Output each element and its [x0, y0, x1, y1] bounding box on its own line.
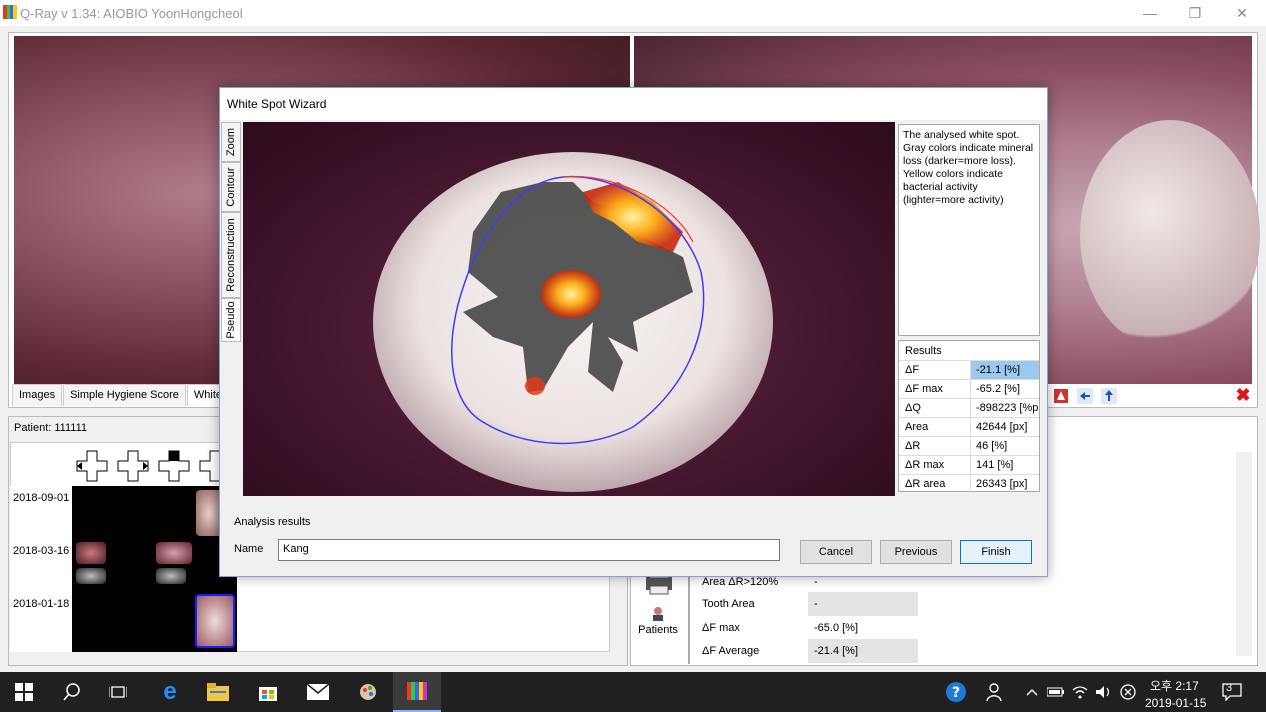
description-box: The analysed white spot. Gray colors ind… [898, 124, 1040, 336]
file-explorer-icon[interactable] [194, 672, 242, 712]
tooth-shape-right [1080, 120, 1260, 350]
dialog-title-bar [220, 88, 1047, 120]
arrow-up-icon[interactable] [1100, 387, 1118, 405]
dialog-title: White Spot Wizard [227, 97, 327, 111]
table-row: ΔF max -65.0 [%] [694, 616, 918, 640]
table-row[interactable]: ΔQ -898223 [%p [899, 398, 1039, 417]
search-icon[interactable] [48, 672, 96, 712]
visit-date[interactable]: 2018-09-01 [13, 492, 69, 504]
table-row[interactable]: ΔF max -65.2 [%] [899, 379, 1039, 398]
results-table: Results ΔF -21.1 [%] ΔF max -65.2 [%] ΔQ -8… [898, 340, 1040, 493]
thumbnail[interactable] [156, 568, 186, 584]
windows-start-icon[interactable] [0, 672, 48, 712]
date-column: 2018-09-01 2018-03-16 2018-01-18 [10, 486, 72, 652]
tab-pseudo[interactable]: Pseudo [221, 298, 241, 342]
tooth-position-icon[interactable] [76, 450, 108, 482]
table-row[interactable]: ΔR 46 [%] [899, 436, 1039, 455]
volume-icon[interactable] [1092, 672, 1116, 712]
app-icon [3, 5, 17, 19]
analysis-results-label: Analysis results [234, 516, 311, 528]
visit-date[interactable]: 2018-01-18 [13, 598, 69, 610]
table-row: Tooth Area - [694, 592, 918, 616]
close-window-button[interactable]: ✕ [1219, 0, 1265, 26]
window-title: Q-Ray v 1.34: AIOBIO YoonHongcheol [20, 6, 243, 21]
tooth-position-icon[interactable] [158, 450, 190, 482]
tab-simple-hygiene-score[interactable]: Simple Hygiene Score [63, 384, 186, 406]
table-row: ΔF Average -21.4 [%] [694, 639, 918, 663]
arrow-left-icon[interactable] [1076, 387, 1094, 405]
tooth-position-icon[interactable] [117, 450, 149, 482]
battery-icon[interactable] [1044, 672, 1068, 712]
patients-button[interactable]: Patients [636, 606, 680, 636]
stats-table: Area ΔR>120% - Tooth Area - ΔF max -65.0 [%… [694, 570, 918, 663]
tab-images[interactable]: Images [12, 384, 63, 406]
paint-icon[interactable] [344, 672, 392, 712]
patients-label: Patients [638, 624, 678, 636]
name-input[interactable]: Kang [278, 539, 780, 561]
bacterial-activity-small [525, 377, 545, 395]
results-header: Results [905, 345, 942, 357]
tab-contour[interactable]: Contour [221, 162, 241, 212]
image-toolbar [1052, 386, 1118, 406]
table-row[interactable]: ΔF -21.1 [%] [899, 360, 1039, 379]
mail-icon[interactable] [294, 672, 342, 712]
close-image-icon[interactable]: ✖ [1234, 386, 1252, 404]
chevron-up-icon[interactable] [1020, 672, 1044, 712]
patient-label: Patient: 111111 [14, 422, 87, 434]
task-view-icon[interactable] [94, 672, 142, 712]
thumbnail-selected[interactable] [195, 594, 235, 648]
minimize-button[interactable]: — [1127, 0, 1173, 26]
thumbnail[interactable] [76, 542, 106, 564]
edge-browser-icon[interactable]: e [146, 672, 194, 712]
ime-icon[interactable] [1116, 672, 1140, 712]
table-row[interactable]: Area 42644 [px] [899, 417, 1039, 436]
people-icon[interactable] [976, 672, 1016, 712]
thumbnail[interactable] [156, 542, 192, 564]
scrollbar[interactable] [1236, 452, 1252, 656]
wifi-icon[interactable] [1068, 672, 1092, 712]
clock-time[interactable]: 오후 2:17 [1150, 677, 1199, 694]
clock-date[interactable]: 2019-01-15 [1145, 696, 1206, 710]
tab-zoom[interactable]: Zoom [221, 122, 241, 162]
tooth-position-icon[interactable] [199, 450, 221, 482]
tab-reconstruction[interactable]: Reconstruction [221, 212, 241, 298]
person-icon [636, 606, 680, 624]
wizard-step-tabs: Zoom Contour Reconstruction Pseudo [221, 122, 241, 352]
thumbnail-grid [72, 486, 237, 652]
cancel-button[interactable]: Cancel [800, 540, 872, 564]
table-row[interactable]: ΔR area 26343 [px] [899, 474, 1039, 493]
thumbnail[interactable] [76, 568, 106, 584]
maximize-button[interactable]: ❐ [1172, 0, 1218, 26]
finish-button[interactable]: Finish [960, 540, 1032, 564]
notification-count: 3 [1226, 682, 1233, 694]
white-spot-analysis-image[interactable] [243, 122, 895, 496]
table-row[interactable]: ΔR max 141 [%] [899, 455, 1039, 474]
tooth-tool-icon[interactable] [1052, 387, 1070, 405]
visit-date[interactable]: 2018-03-16 [13, 545, 69, 557]
svg-text:?: ? [952, 685, 960, 701]
name-label: Name [234, 543, 264, 555]
store-icon[interactable] [244, 672, 292, 712]
qray-app-icon[interactable] [393, 672, 441, 712]
help-icon[interactable]: ? [934, 672, 978, 712]
previous-button[interactable]: Previous [880, 540, 952, 564]
view-tabs: Images Simple Hygiene Score White Sp [12, 384, 247, 406]
bacterial-activity-center [541, 270, 601, 318]
